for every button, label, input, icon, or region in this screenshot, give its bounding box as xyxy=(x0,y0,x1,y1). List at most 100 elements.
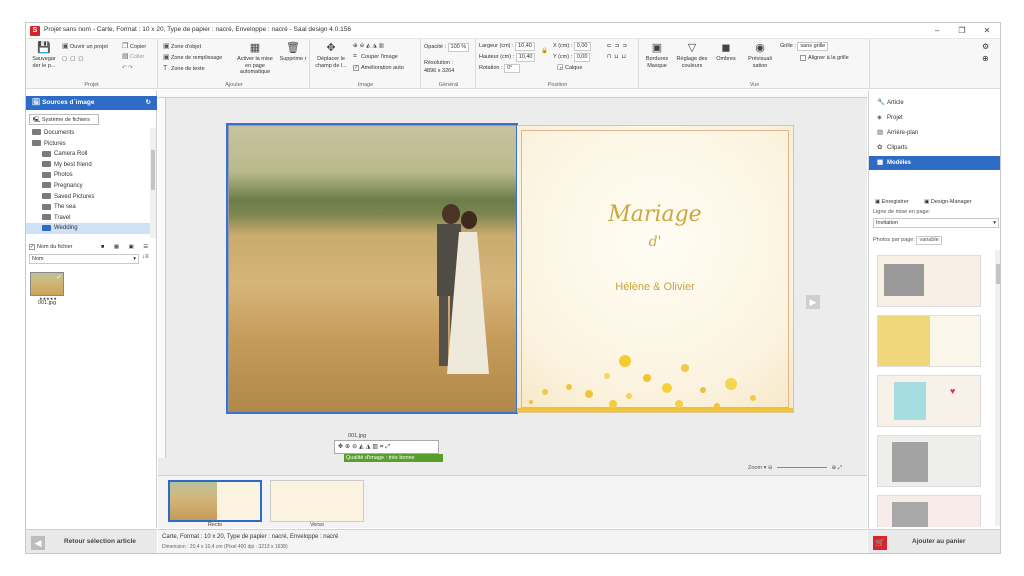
zoom-in-icon[interactable]: ⊕ xyxy=(345,444,352,450)
view-mode-icons[interactable]: ■ ▦ ▣ ☰ xyxy=(101,242,152,252)
design-manager-button[interactable]: ▣ Design-Manager xyxy=(924,199,971,205)
shadows-button[interactable]: ◼ Ombres xyxy=(712,42,740,63)
save-button[interactable]: 💾 Sauvegar der le p... xyxy=(30,42,58,69)
sort-select[interactable]: Nom ▾ xyxy=(29,254,139,264)
template-item[interactable]: ♥ xyxy=(877,375,981,427)
undo-redo[interactable]: ↶ ↷ xyxy=(122,64,133,72)
align-left-icon[interactable]: ⊏ xyxy=(607,43,615,49)
panel-item-article[interactable]: 🔧 Article xyxy=(869,96,1000,110)
maximize-icon[interactable]: ❐ xyxy=(951,24,973,38)
photo-context-toolbar[interactable]: ✥⊕⊖◭◮▥⌗⤢ xyxy=(334,440,439,454)
minimize-icon[interactable]: – xyxy=(926,24,948,38)
zoom-out-icon[interactable]: ⊖ xyxy=(768,465,773,471)
tree-item-documents[interactable]: Documents xyxy=(26,128,150,139)
height-input[interactable]: 10,40 xyxy=(515,53,536,62)
tree-item-camera-roll[interactable]: Camera Roll xyxy=(26,149,150,160)
panel-item-projet[interactable]: ◈ Projet xyxy=(869,111,1000,125)
tree-scroll-thumb[interactable] xyxy=(151,150,155,190)
opacity-select[interactable]: 100 % xyxy=(447,43,470,52)
text-zone-button[interactable]: T Zone de texte xyxy=(163,65,205,73)
template-scroll-thumb[interactable] xyxy=(996,264,1000,284)
snap-to-grid-checkbox[interactable]: Aligner à la grille xyxy=(800,54,849,62)
object-zone-button[interactable]: ▣Zone d'objet xyxy=(163,43,201,51)
close-icon[interactable]: ✕ xyxy=(976,24,998,38)
template-item[interactable] xyxy=(877,255,981,307)
add-to-cart-button[interactable]: Ajouter au panier xyxy=(912,538,965,545)
layout-line-select[interactable]: Invitation ▾ xyxy=(873,218,999,228)
tab-file-system[interactable]: 🖳 Système de fichiers xyxy=(29,114,99,125)
tree-item-the-sea[interactable]: The sea xyxy=(26,202,150,213)
color-adjust-button[interactable]: ▽ Réglage des couleurs xyxy=(676,42,708,69)
tree-item-pregnancy[interactable]: Pregnancy xyxy=(26,181,150,192)
couple-names[interactable]: Hélène & Olivier xyxy=(517,281,793,293)
tree-item-travel[interactable]: Travel xyxy=(26,213,150,224)
zoom-in-icon[interactable]: ⊕ xyxy=(832,465,837,471)
align-middle-icon[interactable]: ⊔ xyxy=(614,54,621,60)
panel-item-arriere-plan[interactable]: ▨ Arrière-plan xyxy=(869,126,1000,140)
move-field-button[interactable]: ✥ Déplacer le champ de l... xyxy=(313,42,349,69)
file-actions[interactable]: ▢▢▢ xyxy=(62,55,87,63)
align-bottom-icon[interactable]: ⊔ xyxy=(622,54,629,60)
mask-borders-button[interactable]: ▣ Bordures Masque xyxy=(642,42,672,69)
selection-frame[interactable] xyxy=(226,123,518,414)
sort-direction-icon[interactable]: ↓≡ xyxy=(142,254,149,260)
undo-icon[interactable]: ↶ xyxy=(122,65,127,71)
fit-icon[interactable]: ▥ xyxy=(379,43,386,49)
panel-item-cliparts[interactable]: ✿ Cliparts xyxy=(869,141,1000,155)
delete-button[interactable]: 🗑 Supprime r xyxy=(279,42,307,63)
globe-icon[interactable]: ⊕ xyxy=(982,55,989,63)
show-filename-checkbox[interactable]: ✓ xyxy=(29,243,35,250)
export-icon[interactable]: ▢ xyxy=(78,56,86,62)
auto-layout-button[interactable]: ▦ Activer la mise en page automatique xyxy=(235,42,275,76)
tree-scrollbar[interactable] xyxy=(150,128,156,238)
width-input[interactable]: 10,40 xyxy=(515,42,535,51)
cart-icon[interactable]: 🛒 xyxy=(873,536,887,550)
move-icon[interactable]: ✥ xyxy=(338,444,345,450)
card-title[interactable]: Mariage xyxy=(517,202,793,227)
fill-zone-button[interactable]: ▣Zone de remplissage xyxy=(163,54,222,62)
page-thumb-verso[interactable] xyxy=(270,480,364,522)
expand-icon[interactable]: ⤢ xyxy=(385,444,392,450)
back-to-article-button[interactable]: Retour sélection article xyxy=(64,538,136,545)
fit-icon[interactable]: ▥ xyxy=(372,444,380,450)
template-item[interactable] xyxy=(877,495,981,527)
tree-item-photos[interactable]: Photos xyxy=(26,170,150,181)
new-file-icon[interactable]: ▢ xyxy=(62,56,70,62)
grid-select[interactable]: sans grille xyxy=(797,42,829,51)
image-tools[interactable]: ⊕⊖◭◮▥ xyxy=(353,42,386,50)
zoom-slider[interactable] xyxy=(777,467,828,469)
align-right-icon[interactable]: ⊐ xyxy=(622,43,630,49)
tree-item-my-best-friend[interactable]: My best friend xyxy=(26,160,150,171)
fit-screen-icon[interactable]: ⤢ xyxy=(838,465,842,471)
tree-item-pictures[interactable]: Pictures xyxy=(26,139,150,150)
preview-button[interactable]: ◉ Prévisuali sation xyxy=(744,42,776,69)
photos-per-page-select[interactable]: variable xyxy=(916,236,942,245)
next-page-arrow-icon[interactable]: ▶ xyxy=(806,295,820,309)
align-buttons[interactable]: ⊏⊐⊐ xyxy=(607,42,630,50)
tree-item-saved-pictures[interactable]: Saved Pictures xyxy=(26,192,150,203)
y-input[interactable]: 0,00 xyxy=(573,53,591,62)
card-text-page[interactable]: Mariage d' Hélène & Olivier xyxy=(517,125,794,413)
mirror-icon[interactable]: ◭ xyxy=(359,444,366,450)
back-arrow-icon[interactable]: ◀ xyxy=(31,536,45,550)
crop-image-button[interactable]: ⌗ Couper l'image xyxy=(353,53,398,61)
template-scrollbar[interactable] xyxy=(995,250,1000,526)
redo-icon[interactable]: ↷ xyxy=(128,65,133,71)
copy-button[interactable]: ❐ Copier xyxy=(122,43,146,51)
zoom-dropdown-icon[interactable]: ▾ xyxy=(764,465,767,471)
x-input[interactable]: 0,00 xyxy=(573,42,591,51)
tree-item-wedding[interactable]: Wedding xyxy=(26,223,150,234)
zoom-in-icon[interactable]: ⊕ xyxy=(353,43,360,49)
distribute-buttons[interactable]: ⊓⊔⊔ xyxy=(607,53,629,61)
settings-gear-icon[interactable]: ⚙ xyxy=(982,43,989,51)
template-item[interactable] xyxy=(877,435,981,487)
rotation-select[interactable]: 0° xyxy=(504,64,521,73)
page-thumb-recto[interactable] xyxy=(168,480,262,522)
paste-button[interactable]: ▤Coller xyxy=(122,53,144,61)
template-item[interactable] xyxy=(877,315,981,367)
lock-ratio-icon[interactable]: 🔒 xyxy=(541,47,548,55)
layer-button[interactable]: ◲Calque xyxy=(557,64,582,72)
save-template-button[interactable]: ▣ Enregistrer xyxy=(875,199,909,205)
image-thumbnail[interactable]: ✓ ★★★★★ xyxy=(30,272,64,301)
refresh-icon[interactable]: ↻ xyxy=(146,96,151,110)
